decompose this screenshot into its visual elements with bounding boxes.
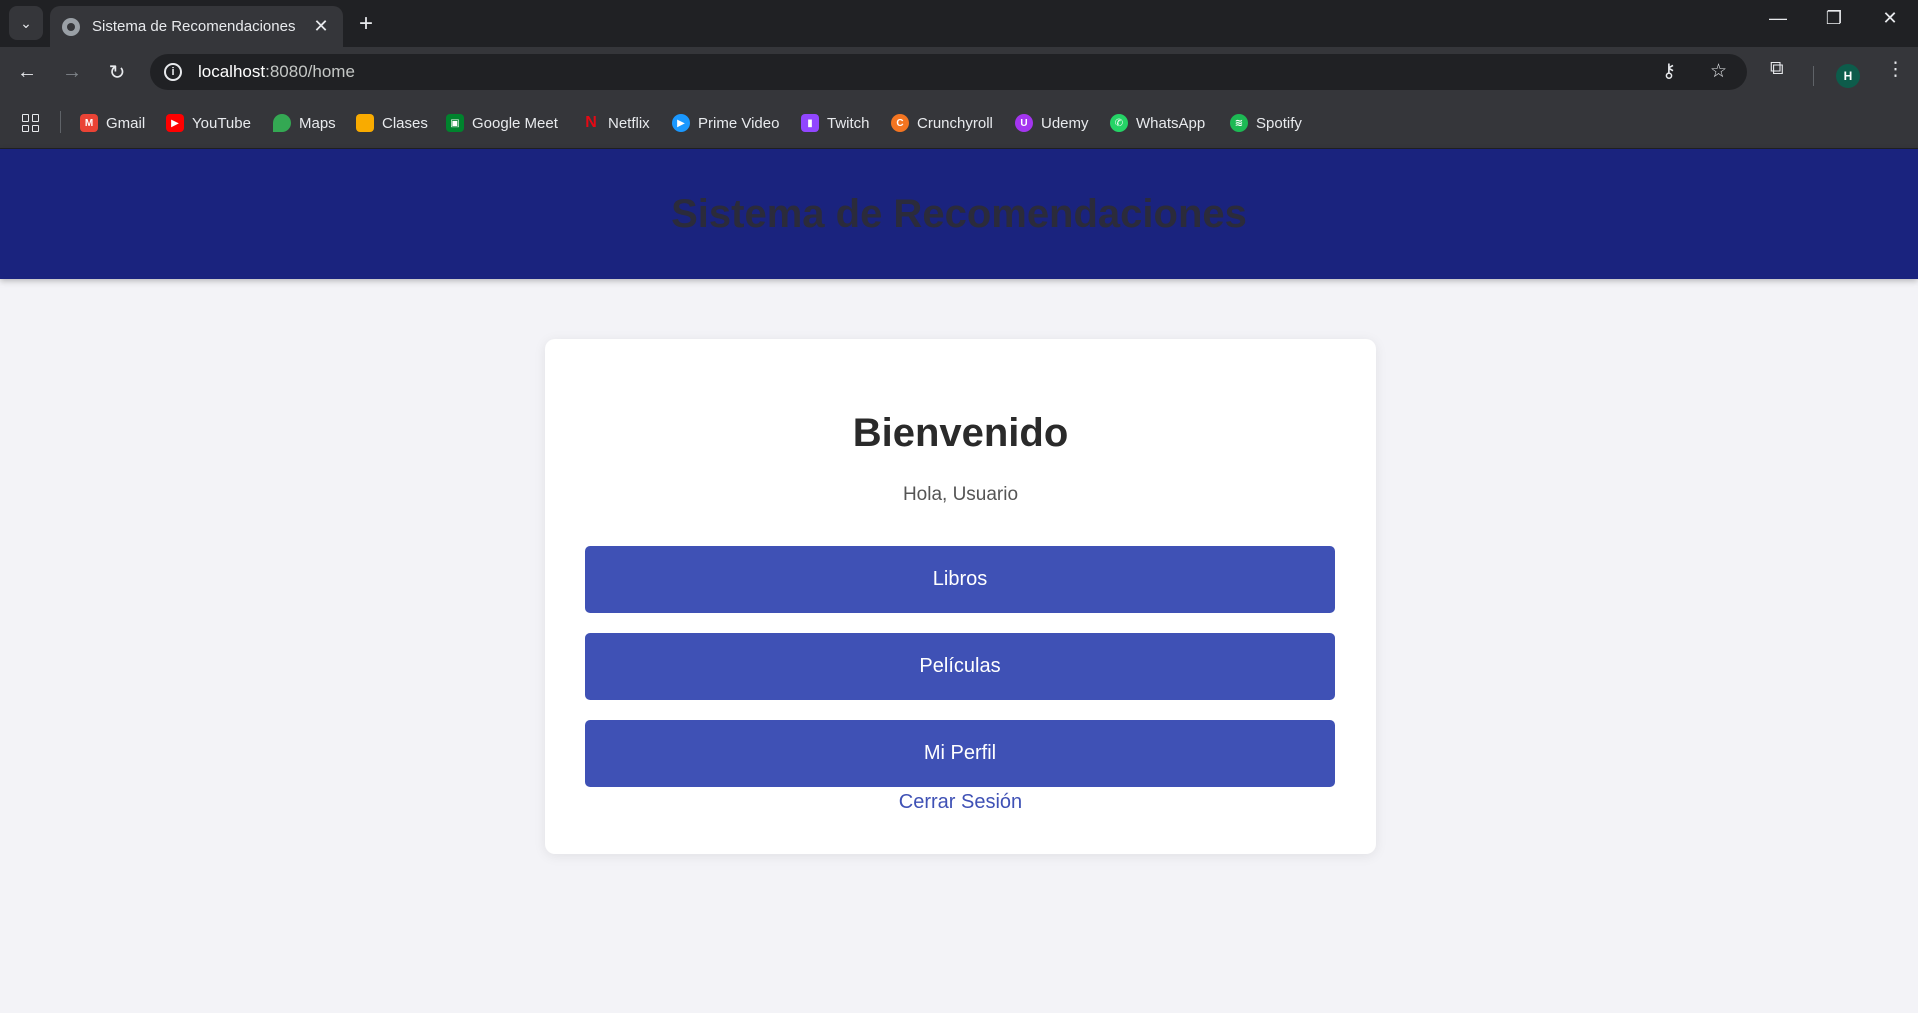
tab-search-chevron-icon[interactable]: ⌄ [9,6,43,40]
site-header: Sistema de Recomendaciones [0,149,1918,279]
classroom-icon [356,114,374,132]
bookmark-whatsapp[interactable]: ✆ WhatsApp [1110,112,1205,134]
site-info-icon[interactable]: i [164,63,182,81]
udemy-icon: U [1015,114,1033,132]
minimize-icon[interactable]: — [1758,8,1798,29]
prime-video-icon: ▶ [672,114,690,132]
bookmark-gmail[interactable]: M Gmail [80,112,145,134]
twitch-icon: ▮ [801,114,819,132]
bookmarks-divider [60,111,61,133]
profile-button[interactable]: Mi Perfil [585,720,1335,787]
maps-icon [273,114,291,132]
restore-icon[interactable]: ❐ [1814,8,1854,29]
forward-icon[interactable]: → [57,57,87,87]
extensions-icon[interactable]: ⧉ [1770,58,1784,80]
browser-menu-icon[interactable]: ⋮ [1886,58,1905,81]
bookmark-maps[interactable]: Maps [273,112,336,134]
apps-grid-icon[interactable] [22,114,40,132]
close-window-icon[interactable]: ✕ [1870,8,1910,29]
gmail-icon: M [80,114,98,132]
bookmark-clases[interactable]: Clases [356,112,428,134]
meet-icon: ▣ [446,114,464,132]
site-title: Sistema de Recomendaciones [671,191,1247,236]
bookmark-spotify[interactable]: ≋ Spotify [1230,112,1302,134]
user-greeting: Hola, Usuario [902,484,1019,505]
new-tab-icon[interactable]: + [352,10,380,38]
back-icon[interactable]: ← [12,57,42,87]
toolbar-divider [1813,66,1814,86]
bookmark-netflix[interactable]: N Netflix [582,112,649,134]
browser-toolbar: ← → ↻ i localhost:8080/home ⚷ ☆ [0,47,1918,95]
welcome-title: Bienvenido [852,411,1069,455]
netflix-icon: N [585,114,597,131]
spotify-icon: ≋ [1230,114,1248,132]
bookmarks-bar: M Gmail ▶ YouTube Maps Clases ▣ Google Meet… [0,95,1918,149]
bookmark-youtube[interactable]: ▶ YouTube [166,112,251,134]
password-key-icon[interactable]: ⚷ [1662,60,1676,83]
close-tab-icon[interactable]: ✕ [311,16,331,37]
youtube-icon: ▶ [166,114,184,132]
tab-title: Sistema de Recomendaciones [92,18,296,35]
url-text[interactable]: localhost:8080/home [198,62,355,82]
bookmark-twitch[interactable]: ▮ Twitch [801,112,870,134]
bookmark-udemy[interactable]: U Udemy [1015,112,1089,134]
browser-tab-bar: ⌄ Sistema de Recomendaciones ✕ + — ❐ ✕ [0,0,1918,47]
crunchyroll-icon: C [891,114,909,132]
bookmark-crunchyroll[interactable]: C Crunchyroll [891,112,993,134]
movies-button[interactable]: Películas [585,633,1335,700]
books-button[interactable]: Libros [585,546,1335,613]
whatsapp-icon: ✆ [1110,114,1128,132]
logout-link[interactable]: Cerrar Sesión [545,791,1376,814]
profile-avatar[interactable]: H [1836,64,1860,88]
bookmark-google-meet[interactable]: ▣ Google Meet [446,112,558,134]
bookmark-star-icon[interactable]: ☆ [1710,60,1727,83]
bookmark-prime-video[interactable]: ▶ Prime Video [672,112,779,134]
browser-tab-active[interactable]: Sistema de Recomendaciones ✕ [50,6,343,47]
reload-icon[interactable]: ↻ [102,57,132,87]
address-bar[interactable]: i localhost:8080/home ⚷ ☆ [150,54,1747,90]
globe-icon [62,17,80,36]
welcome-card: Bienvenido Hola, Usuario Libros Película… [545,339,1376,854]
